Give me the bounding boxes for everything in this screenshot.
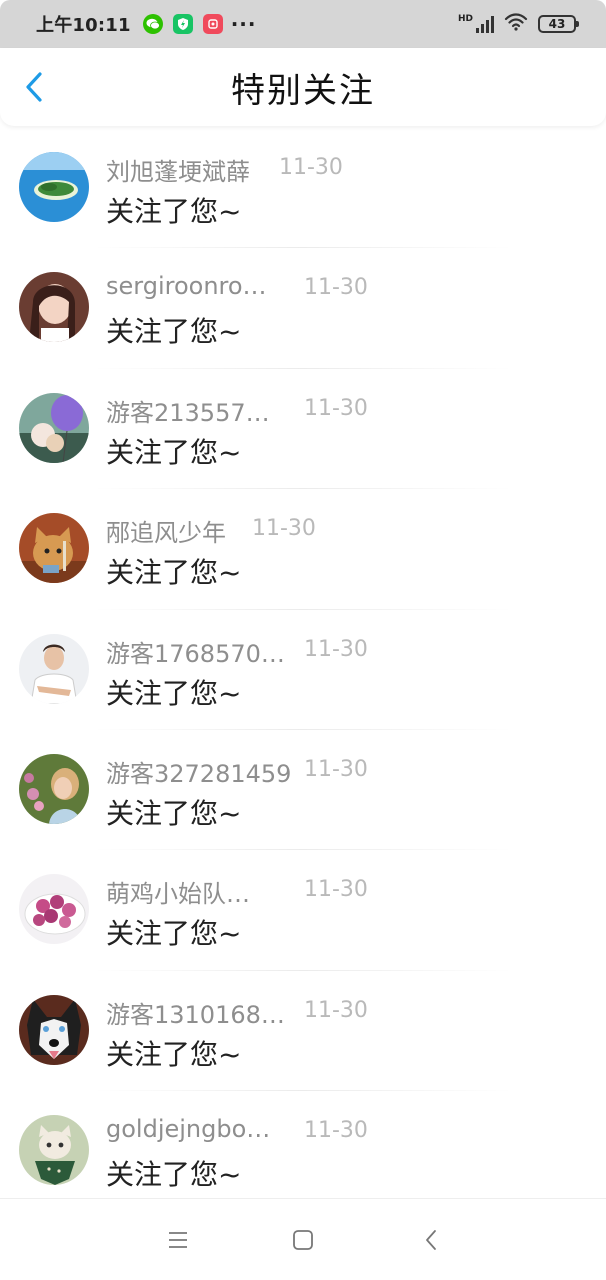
avatar[interactable] (19, 392, 89, 463)
user-name[interactable]: 刘旭蓬埂斌薛 (106, 152, 250, 187)
system-nav-bar (0, 1198, 606, 1280)
user-name[interactable]: 游客1310168… (106, 995, 285, 1030)
follow-date: 11-30 (279, 155, 343, 180)
app-icon (202, 14, 223, 34)
home-square-icon (293, 1230, 313, 1250)
user-name[interactable]: 萌鸡小始队… (106, 874, 250, 909)
user-name[interactable]: 游客1768570… (106, 634, 285, 669)
list-item[interactable]: 游客1310168… 11-30 关注了您~ (0, 971, 606, 1092)
more-notifications-icon: ··· (230, 12, 257, 36)
avatar[interactable] (19, 272, 89, 343)
chevron-left-icon (26, 72, 42, 102)
wifi-icon (504, 12, 528, 36)
signal-icon: HD (458, 15, 494, 33)
follow-message: 关注了您~ (106, 1158, 242, 1192)
avatar[interactable] (19, 152, 89, 222)
follow-date: 11-30 (252, 516, 316, 542)
user-name[interactable]: goldjejngbo… (106, 1115, 270, 1143)
list-item[interactable]: 刘旭蓬埂斌薛 11-30 关注了您~ (0, 128, 606, 249)
status-bar: 上午10:11 ··· HD 43 (0, 0, 606, 48)
follow-message: 关注了您~ (106, 556, 242, 590)
list-item[interactable]: goldjejngbo… 11-30 关注了您~ (0, 1091, 606, 1211)
battery-icon: 43 (538, 15, 579, 33)
battery-level: 43 (548, 17, 566, 31)
shield-icon (172, 14, 193, 34)
avatar[interactable] (19, 1115, 89, 1186)
status-app-icons (142, 14, 223, 34)
follow-date: 11-30 (304, 877, 368, 903)
avatar[interactable] (19, 633, 89, 704)
user-name[interactable]: 游客327281459 (106, 754, 291, 789)
hd-label: HD (457, 14, 473, 24)
header-bar: 特别关注 (0, 48, 606, 126)
follow-message: 关注了您~ (106, 796, 242, 830)
cat-photo-icon (19, 513, 89, 584)
list-item[interactable]: 游客327281459 11-30 关注了您~ (0, 730, 606, 851)
follow-date: 11-30 (304, 1118, 368, 1144)
avatar[interactable] (19, 753, 89, 824)
island-photo-icon (19, 152, 89, 222)
cat-scarf-photo-icon (19, 1115, 89, 1186)
list-item[interactable]: 邴追风少年 11-30 关注了您~ (0, 489, 606, 610)
home-button[interactable] (288, 1225, 318, 1255)
follow-message: 关注了您~ (106, 435, 242, 469)
page-title: 特别关注 (231, 70, 375, 111)
avatar[interactable] (19, 994, 89, 1065)
back-button[interactable] (18, 70, 50, 104)
menu-button[interactable] (163, 1225, 193, 1255)
user-name[interactable]: sergiroonro… (106, 272, 267, 300)
balloon-photo-icon (19, 392, 89, 463)
fruit-bowl-photo-icon (19, 874, 89, 945)
follow-date: 11-30 (304, 756, 368, 782)
list-item[interactable]: 游客213557… 11-30 关注了您~ (0, 369, 606, 490)
status-system-icons: HD 43 (458, 12, 579, 36)
system-back-button[interactable] (416, 1225, 446, 1255)
avatar[interactable] (19, 874, 89, 945)
girl-photo-icon (19, 272, 89, 343)
follow-date: 11-30 (304, 275, 368, 301)
man-photo-icon (19, 633, 89, 704)
wechat-icon (142, 14, 163, 34)
user-name[interactable]: 邴追风少年 (106, 513, 226, 548)
follow-message: 关注了您~ (106, 1037, 242, 1071)
avatar[interactable] (19, 513, 89, 584)
follow-date: 11-30 (304, 636, 368, 662)
list-item[interactable]: sergiroonro… 11-30 关注了您~ (0, 248, 606, 369)
follow-message: 关注了您~ (106, 676, 242, 710)
husky-photo-icon (19, 994, 89, 1065)
user-name[interactable]: 游客213557… (106, 393, 270, 428)
menu-icon (169, 1232, 187, 1248)
list-item[interactable]: 萌鸡小始队… 11-30 关注了您~ (0, 850, 606, 971)
follow-list: 刘旭蓬埂斌薛 11-30 关注了您~ sergiroonro… 11-30 关注… (0, 128, 606, 1212)
woman-flowers-photo-icon (19, 753, 89, 824)
follow-date: 11-30 (304, 997, 368, 1023)
list-item[interactable]: 游客1768570… 11-30 关注了您~ (0, 610, 606, 730)
follow-message: 关注了您~ (106, 917, 242, 951)
follow-date: 11-30 (304, 395, 368, 421)
follow-message: 关注了您~ (106, 195, 242, 228)
back-triangle-icon (426, 1230, 436, 1250)
status-time: 上午10:11 (36, 15, 131, 36)
follow-message: 关注了您~ (106, 315, 242, 349)
